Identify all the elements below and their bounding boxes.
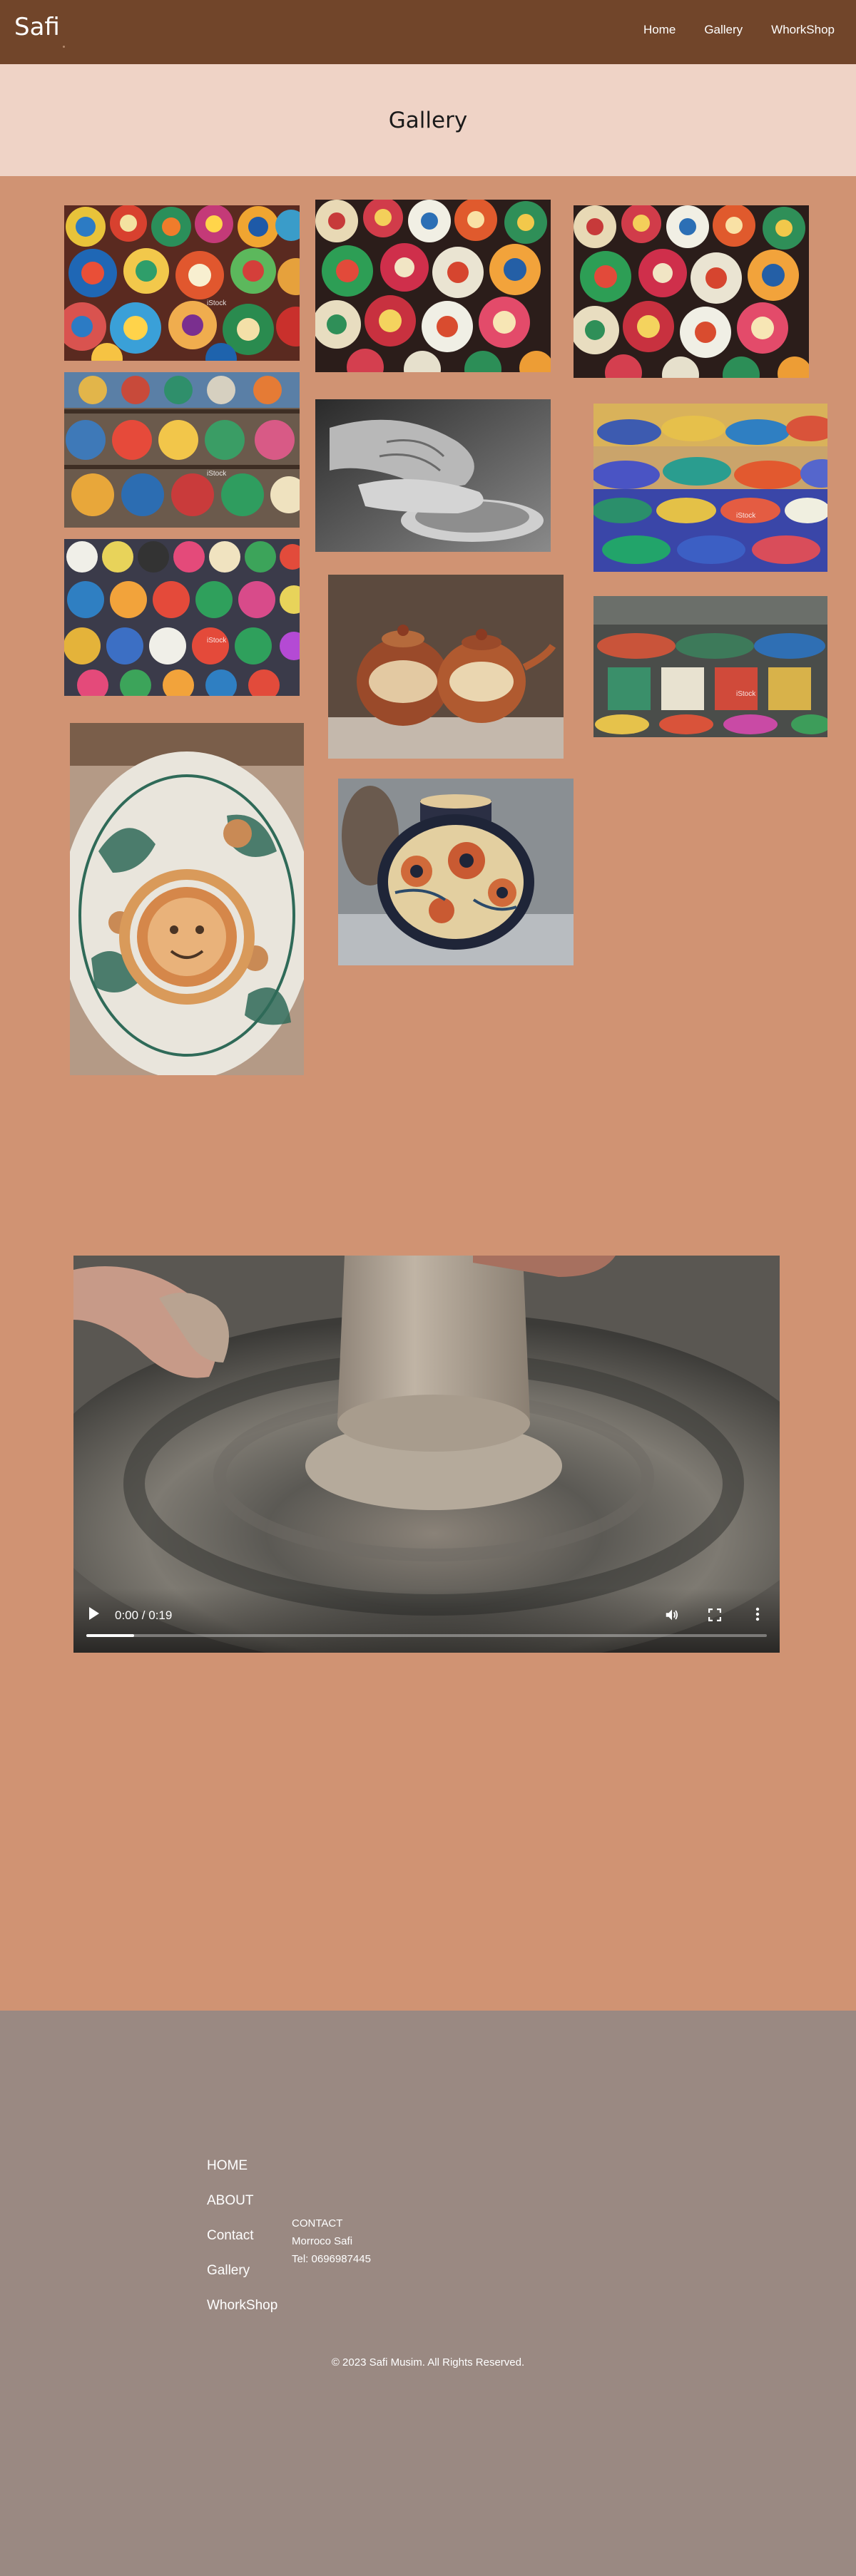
- page-title: Gallery: [388, 107, 468, 133]
- video-progress-bar[interactable]: [86, 1634, 767, 1637]
- gallery-photo-ceramics-display-table[interactable]: iStock: [593, 596, 827, 737]
- contact-city: Morroco Safi: [292, 2235, 353, 2247]
- contact-heading: CONTACT: [292, 2217, 343, 2229]
- svg-text:iStock: iStock: [207, 470, 227, 478]
- gallery-photo-colorful-plates[interactable]: iStock: [64, 205, 300, 361]
- gallery-photo-blue-plates-stack[interactable]: iStock: [593, 404, 827, 572]
- site-footer: HOME ABOUT Contact Gallery WhorkShop CON…: [0, 2011, 856, 2576]
- top-navbar: Safi Home Gallery WhorkShop: [0, 0, 856, 64]
- volume-icon[interactable]: [664, 1607, 680, 1623]
- gallery-photo-hands-pottery[interactable]: [315, 399, 551, 552]
- site-logo[interactable]: Safi: [14, 13, 60, 41]
- main-nav: Home Gallery WhorkShop: [643, 23, 835, 37]
- footer-contact-block: CONTACT Morroco Safi Tel: 0696987445: [292, 2215, 371, 2268]
- footer-home-link[interactable]: HOME: [207, 2153, 277, 2188]
- gallery-photo-sun-face-plate[interactable]: [70, 723, 304, 1075]
- footer-about-link[interactable]: ABOUT: [207, 2188, 277, 2223]
- nav-workshop-link[interactable]: WhorkShop: [771, 23, 835, 37]
- fullscreen-icon[interactable]: [708, 1608, 721, 1621]
- nav-home-link[interactable]: Home: [643, 23, 676, 37]
- pottery-video-player[interactable]: 0:00 / 0:19: [73, 1256, 780, 1653]
- footer-workshop-link[interactable]: WhorkShop: [207, 2293, 277, 2328]
- svg-text:iStock: iStock: [207, 299, 227, 307]
- nav-gallery-link[interactable]: Gallery: [704, 23, 743, 37]
- contact-phone: Tel: 0696987445: [292, 2253, 371, 2265]
- footer-gallery-link[interactable]: Gallery: [207, 2258, 277, 2293]
- gallery-photo-ceramics-market-stall[interactable]: iStock: [64, 539, 300, 696]
- video-progress-fill: [86, 1634, 134, 1637]
- gallery-photo-painted-plates-wall-2[interactable]: [574, 205, 809, 378]
- svg-text:iStock: iStock: [736, 512, 756, 520]
- svg-text:iStock: iStock: [736, 690, 756, 698]
- copyright-text: © 2023 Safi Musim. All Rights Reserved.: [331, 2356, 525, 2369]
- video-controls-bar: 0:00 / 0:19: [73, 1589, 780, 1653]
- gallery-photo-painted-plates-wall[interactable]: [315, 200, 551, 372]
- gallery-photo-painted-vase[interactable]: [338, 779, 574, 965]
- page-banner: Gallery: [0, 64, 856, 176]
- footer-links: HOME ABOUT Contact Gallery WhorkShop: [207, 2153, 277, 2328]
- svg-text:iStock: iStock: [207, 637, 227, 645]
- gallery-photo-ceramics-shelves[interactable]: iStock: [64, 372, 300, 528]
- more-options-icon[interactable]: [755, 1607, 760, 1621]
- logo-decoration: [63, 46, 65, 48]
- gallery-photo-painted-teapots[interactable]: [328, 575, 564, 759]
- footer-contact-link[interactable]: Contact: [207, 2223, 277, 2258]
- play-icon[interactable]: [89, 1607, 99, 1620]
- video-time: 0:00 / 0:19: [115, 1608, 173, 1622]
